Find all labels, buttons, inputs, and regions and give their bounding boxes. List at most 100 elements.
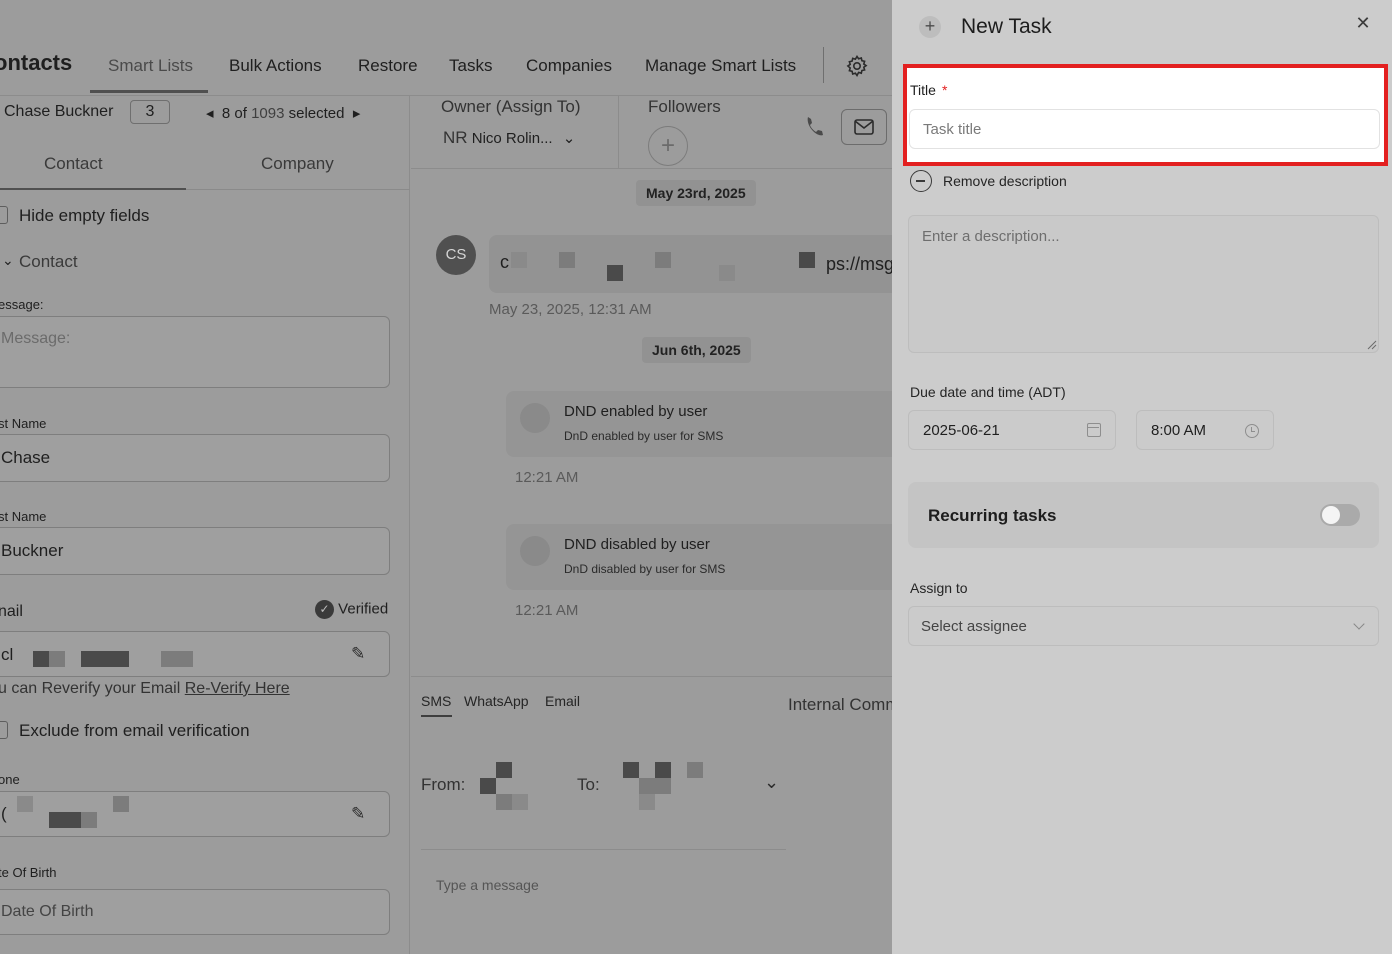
reverify-link[interactable]: Re-Verify Here (185, 680, 290, 697)
tab-smart-lists[interactable]: Smart Lists (108, 56, 193, 76)
dob-field[interactable]: Date Of Birth (0, 889, 390, 935)
redacted-block (655, 252, 671, 268)
pager-prefix: 8 of (221, 105, 247, 122)
recurring-toggle[interactable] (1320, 504, 1360, 526)
activity-subtitle: DnD disabled by user for SMS (564, 562, 726, 576)
message-bubble: c ps://msg (489, 235, 909, 293)
last-name-field[interactable]: Buckner (0, 527, 390, 575)
dob-placeholder: Date Of Birth (1, 903, 94, 920)
from-select[interactable] (480, 730, 560, 850)
tab-restore[interactable]: Restore (358, 56, 418, 76)
followers-label: Followers (648, 97, 721, 116)
due-time-value: 8:00 AM (1151, 422, 1207, 439)
next-arrow-icon[interactable]: ▸ (345, 105, 361, 122)
due-date-value: 2025-06-21 (923, 422, 1000, 439)
due-date-picker[interactable]: 2025-06-21 (908, 410, 1116, 450)
message-placeholder: Message: (1, 330, 71, 347)
active-tab-indicator (90, 90, 208, 93)
redacted-block (81, 812, 97, 828)
prev-arrow-icon[interactable]: ◂ (206, 105, 222, 122)
assignee-select[interactable]: Select assignee (908, 606, 1379, 646)
remove-description-button[interactable]: Remove description (943, 173, 1067, 189)
tab-manage-smart-lists[interactable]: Manage Smart Lists (645, 56, 796, 76)
chevron-down-icon[interactable]: ⌄ (764, 772, 779, 793)
tab-email[interactable]: Email (545, 693, 580, 709)
activity-title: DND disabled by user (564, 536, 710, 553)
from-label: From: (421, 775, 466, 794)
pencil-icon[interactable]: ✎ (351, 644, 365, 664)
recurring-tasks-card: Recurring tasks (908, 482, 1379, 548)
tab-whatsapp[interactable]: WhatsApp (464, 693, 529, 709)
hide-empty-checkbox[interactable] (0, 206, 8, 224)
conversation-panel: Owner (Assign To) NR Nico Rolin... ⌄ Fol… (411, 96, 909, 954)
contact-header-row: Chase Buckner 3 ◂ 8 of 1093 selected ▸ (0, 96, 410, 130)
chevron-down-icon (1353, 618, 1365, 630)
header-divider-line (411, 168, 892, 169)
page-title: ontacts (0, 50, 73, 75)
minus-circle-icon[interactable] (910, 170, 932, 192)
redacted-block (655, 762, 671, 778)
title-label: Title * (910, 82, 947, 98)
header-divider (618, 96, 619, 168)
to-label: To: (577, 775, 600, 794)
phone-icon[interactable] (803, 114, 827, 138)
first-name-value: Chase (1, 448, 51, 467)
message-field[interactable]: Message: (0, 316, 390, 388)
composer-tab-indicator (421, 715, 452, 717)
recurring-tasks-label: Recurring tasks (928, 506, 1057, 525)
owner-name: Nico Rolin... (471, 130, 553, 147)
contact-pager: ◂ 8 of 1093 selected ▸ (206, 104, 360, 122)
exclude-email-checkbox[interactable] (0, 721, 8, 739)
email-value: cl (1, 645, 14, 664)
composer-divider (411, 676, 892, 677)
subtab-indicator (0, 188, 186, 190)
tab-internal-comment[interactable]: Internal Comm (788, 695, 899, 715)
email-field[interactable]: cl ✎ (0, 631, 390, 677)
verified-label: Verified (338, 600, 389, 618)
contact-name: Chase Buckner (4, 103, 114, 120)
redacted-block (113, 796, 129, 812)
activity-item: DND disabled by user DnD disabled by use… (506, 524, 906, 590)
redacted-block (49, 812, 81, 828)
redacted-block (496, 762, 512, 778)
last-name-label: st Name (0, 509, 47, 524)
tab-sms[interactable]: SMS (421, 693, 451, 709)
check-circle-icon: ✓ (315, 600, 334, 619)
activity-timestamp: 12:21 AM (515, 602, 579, 619)
resize-handle-icon[interactable] (1367, 340, 1377, 350)
redacted-block (512, 794, 528, 810)
title-label-text: Title (910, 82, 936, 98)
section-contact[interactable]: Contact (19, 252, 78, 272)
assign-to-label: Assign to (910, 580, 968, 596)
chevron-down-icon[interactable]: ⌄ (2, 252, 14, 269)
task-title-input[interactable] (909, 109, 1380, 149)
redacted-block (687, 762, 703, 778)
redacted-block (639, 778, 671, 794)
redacted-block (496, 794, 512, 810)
bell-off-icon (520, 536, 550, 566)
message-input[interactable]: Type a message (436, 877, 539, 893)
activity-timestamp: 12:21 AM (515, 469, 579, 486)
tab-contact[interactable]: Contact (44, 154, 103, 174)
gear-icon[interactable] (845, 54, 869, 78)
redacted-block (607, 265, 623, 281)
email-button[interactable] (841, 109, 887, 145)
to-select[interactable] (623, 762, 753, 810)
reverify-hint: u can Reverify your Email (0, 680, 181, 697)
pencil-icon[interactable]: ✎ (351, 804, 365, 824)
tab-company[interactable]: Company (261, 154, 334, 174)
due-time-picker[interactable]: 8:00 AM (1136, 410, 1274, 450)
date-separator: May 23rd, 2025 (636, 180, 756, 206)
add-follower-button[interactable]: + (648, 126, 688, 166)
redacted-block (719, 265, 735, 281)
pager-suffix: selected (288, 105, 345, 122)
tab-bulk-actions[interactable]: Bulk Actions (229, 56, 322, 76)
tab-companies[interactable]: Companies (526, 56, 612, 76)
owner-select[interactable]: NR Nico Rolin... ⌄ (443, 128, 575, 148)
phone-field[interactable]: ( ✎ (0, 791, 390, 837)
redacted-block (480, 778, 496, 794)
description-input[interactable] (908, 215, 1379, 353)
first-name-field[interactable]: Chase (0, 434, 390, 482)
tab-tasks[interactable]: Tasks (449, 56, 492, 76)
assignee-placeholder: Select assignee (921, 618, 1027, 635)
